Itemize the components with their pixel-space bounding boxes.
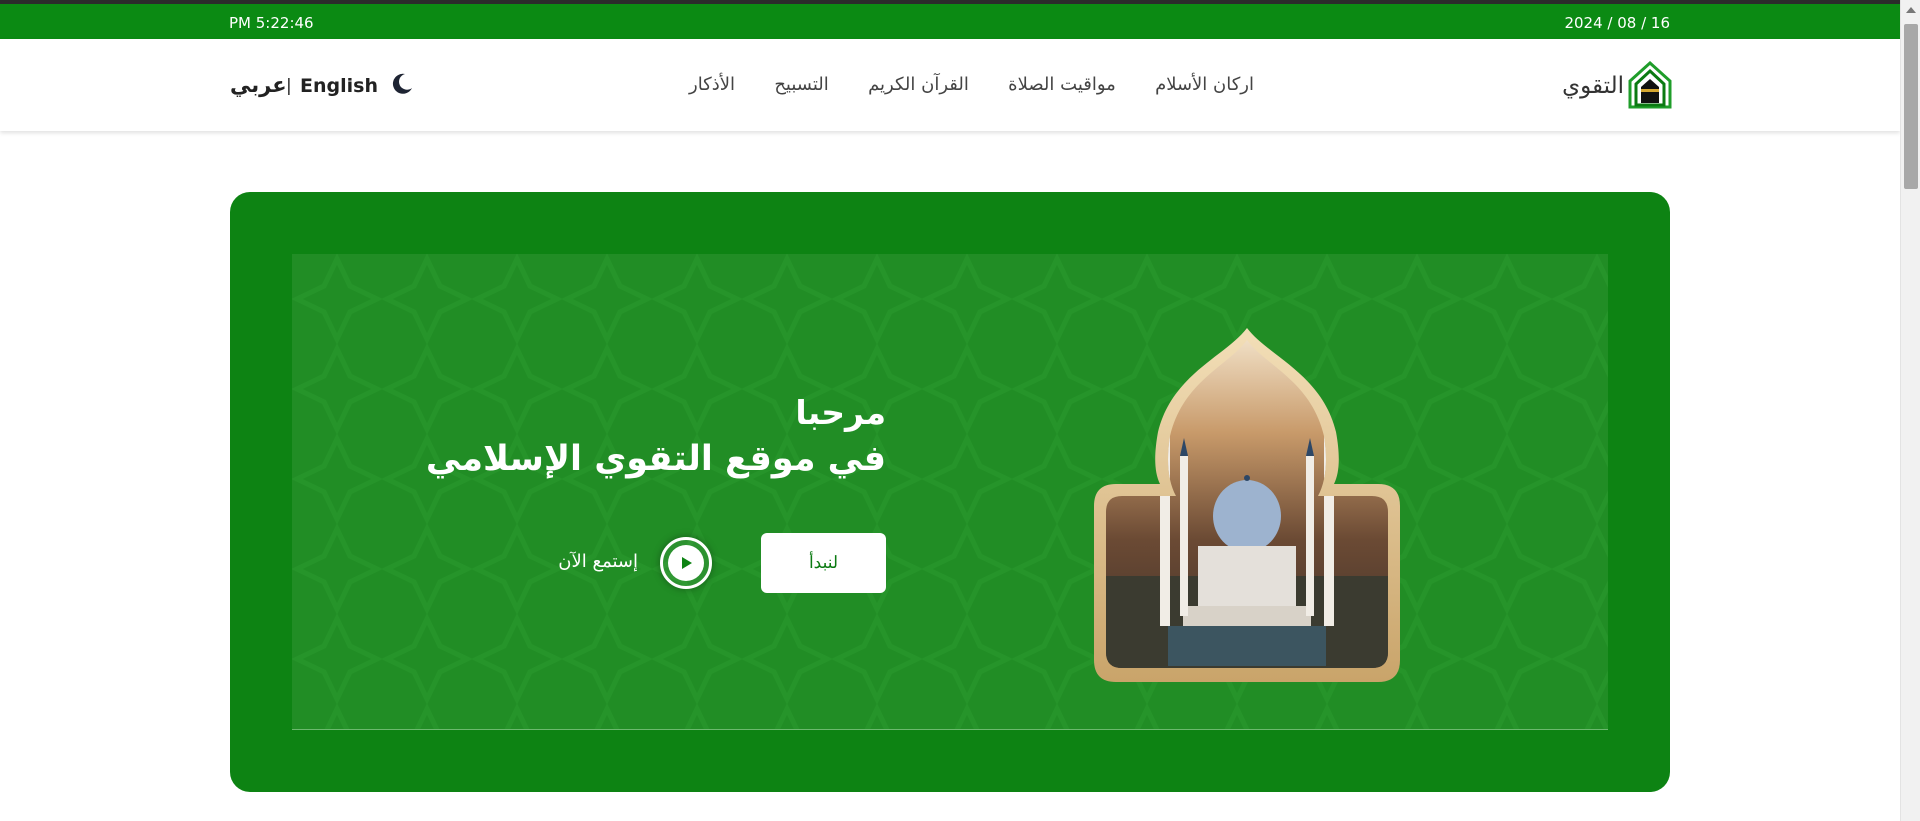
nav-item-tasbih[interactable]: التسبيح (774, 74, 828, 104)
page: PM 5:22:46 2024 / 08 / 16 التقوي اركان ا… (0, 0, 1900, 821)
hero-title-line2: في موقع التقوي الإسلامي (425, 439, 886, 479)
current-time: PM 5:22:46 (229, 14, 314, 32)
mosque-logo-icon[interactable] (1628, 61, 1672, 109)
hero-title: مرحبا في موقع التقوي الإسلامي (380, 390, 886, 482)
mosque-image (1094, 328, 1400, 682)
start-button[interactable]: لنبدأ (761, 533, 886, 593)
hero-pattern-panel (292, 254, 1608, 730)
hero-title-line1: مرحبا (795, 393, 886, 432)
page-scrollbar[interactable] (1900, 0, 1920, 821)
nav-item-prayer-times[interactable]: مواقيت الصلاة (1008, 74, 1116, 104)
play-icon (682, 557, 692, 569)
nav-item-azkar[interactable]: الأذكار (689, 74, 735, 104)
play-icon-circle (668, 545, 704, 581)
scrollbar-thumb[interactable] (1904, 24, 1918, 189)
moon-icon[interactable] (390, 72, 414, 96)
hero-section (230, 192, 1670, 792)
scroll-up-arrow-icon[interactable] (1906, 7, 1916, 13)
language-english[interactable]: English (300, 75, 378, 97)
language-separator: | (286, 76, 292, 96)
nav-item-pillars[interactable]: اركان الأسلام (1155, 74, 1254, 104)
play-button[interactable] (660, 537, 712, 589)
geometric-pattern (292, 254, 1608, 729)
nav-item-quran[interactable]: القرآن الكريم (868, 74, 969, 104)
top-info-bar: PM 5:22:46 2024 / 08 / 16 (0, 0, 1900, 39)
current-date: 2024 / 08 / 16 (1564, 14, 1670, 32)
language-arabic[interactable]: عربي (230, 73, 287, 97)
site-name[interactable]: التقوي (1532, 73, 1624, 99)
listen-now-label[interactable]: إستمع الآن (510, 551, 638, 572)
site-header: التقوي اركان الأسلام مواقيت الصلاة القرآ… (0, 39, 1900, 131)
main-nav: اركان الأسلام مواقيت الصلاة القرآن الكري… (689, 74, 1254, 104)
